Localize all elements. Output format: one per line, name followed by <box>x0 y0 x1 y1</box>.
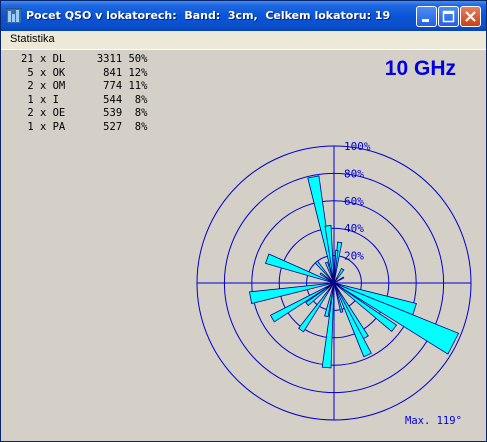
polar-ring-label: 100% <box>344 140 371 153</box>
polar-ring-label: 80% <box>344 167 364 180</box>
polar-ring-label: 20% <box>344 250 364 263</box>
max-bearing-label: Max. 119° <box>405 415 462 427</box>
app-window: Pocet QSO v lokatorech: Band: 3cm, Celke… <box>0 0 487 442</box>
polar-chart: 100% 80% 60% 40% 20% <box>196 140 472 421</box>
polar-ring-label: 40% <box>344 222 364 235</box>
polar-lobe <box>264 253 335 284</box>
polar-ring-label: 60% <box>344 195 364 208</box>
